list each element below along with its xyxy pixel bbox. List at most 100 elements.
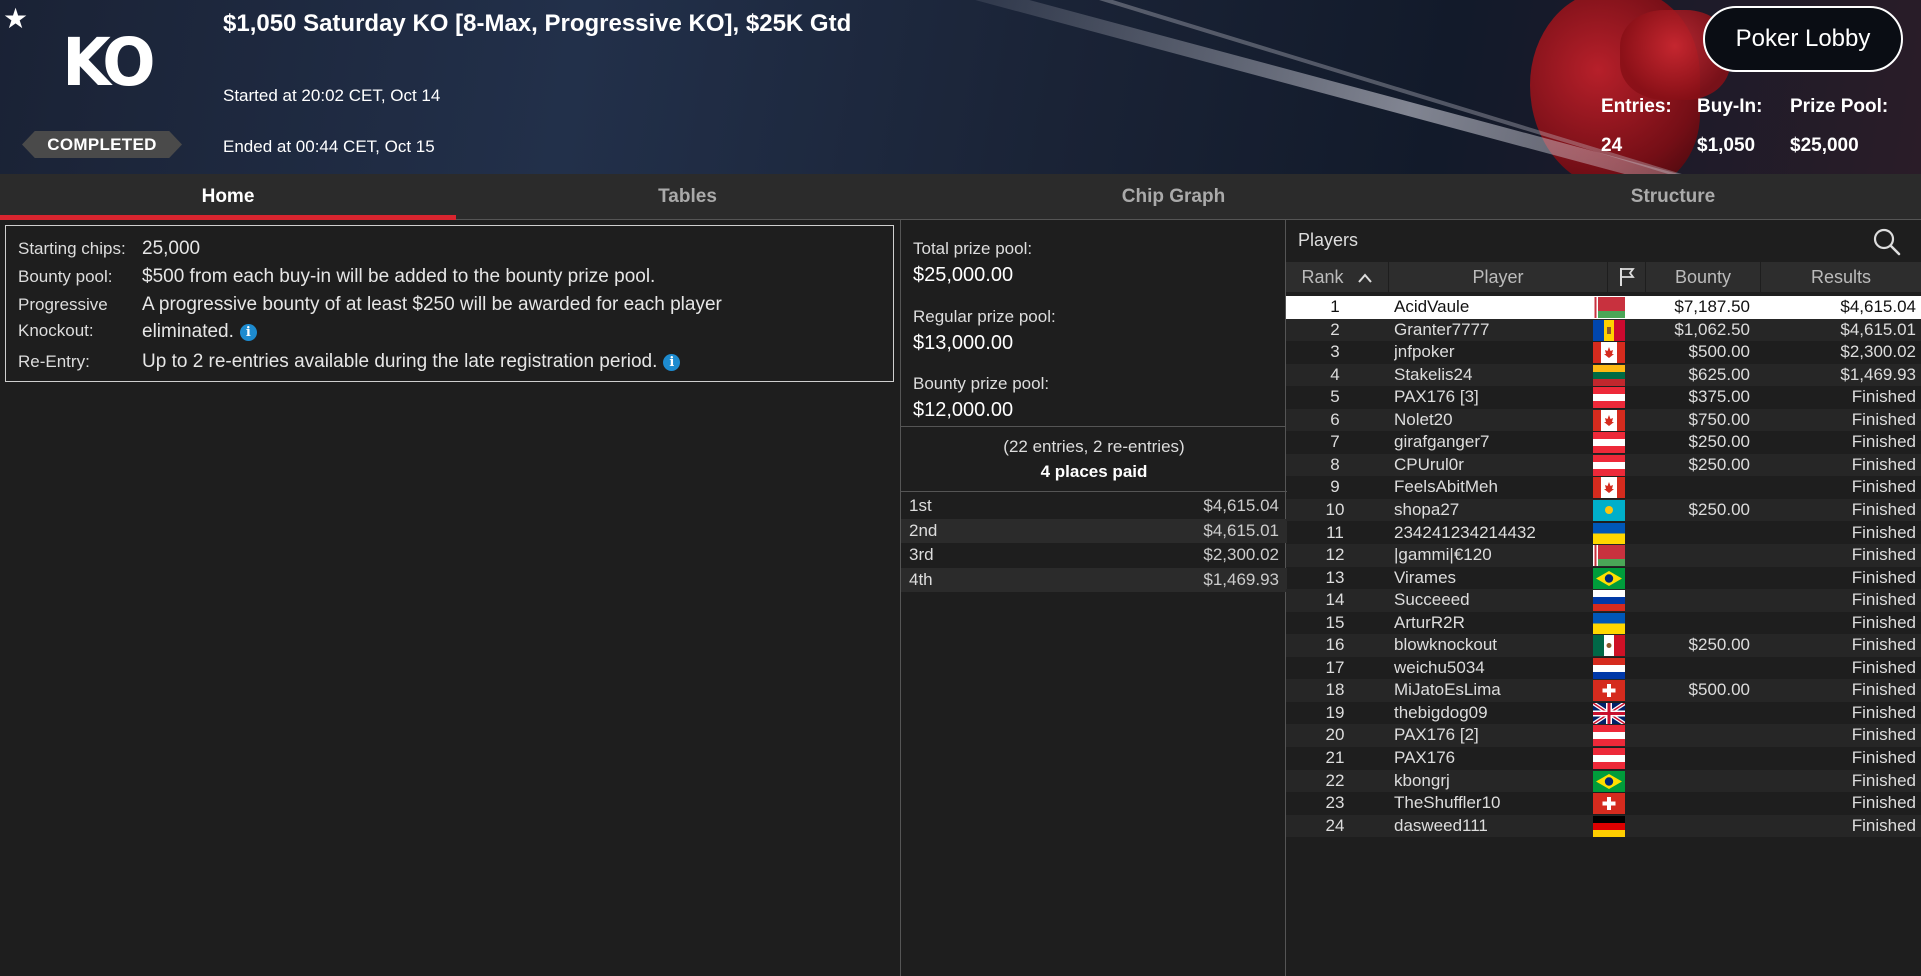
player-row[interactable]: 8 CPUrul0r $250.00 Finished [1286, 453, 1921, 477]
player-name: shopa27 [1394, 499, 1460, 519]
player-rank: 18 [1325, 680, 1345, 700]
tab-tables[interactable]: Tables [456, 174, 919, 220]
player-rank: 1 [1330, 297, 1340, 316]
player-rank: 22 [1325, 770, 1345, 790]
bounty-pool-label: Bounty pool: [18, 267, 113, 286]
player-row[interactable]: 14 Succeeed Finished [1286, 589, 1921, 612]
player-result: $2,300.02 [1840, 342, 1916, 362]
paraguay-flag-icon [1593, 657, 1625, 679]
player-rank: 19 [1325, 702, 1345, 722]
player-row[interactable]: 19 thebigdog09 Finished [1286, 701, 1921, 726]
progressive-label-line2: Knockout: [18, 321, 94, 340]
player-rank: 2 [1330, 319, 1340, 339]
poker-lobby-button[interactable]: Poker Lobby [1703, 6, 1903, 72]
player-rank: 10 [1325, 499, 1345, 519]
progressive-value: A progressive bounty of at least $250 wi… [142, 291, 882, 345]
player-row[interactable]: 10 shopa27 $250.00 Finished [1286, 498, 1921, 522]
player-row[interactable]: 5 PAX176 [3] $375.00 Finished [1286, 386, 1921, 409]
player-row[interactable]: 3 jnfpoker $500.00 $2,300.02 [1286, 341, 1921, 364]
player-rank: 3 [1330, 342, 1340, 362]
player-rank: 16 [1325, 635, 1345, 655]
entries-line: (22 entries, 2 re-entries) [1003, 437, 1185, 456]
sort-ascending-icon [1357, 273, 1372, 283]
player-row[interactable]: 1 AcidVaule $7,187.50 $4,615.04 [1286, 296, 1921, 319]
flag-column-header[interactable] [1608, 262, 1646, 292]
austria-flag-icon [1593, 454, 1625, 476]
player-result: Finished [1851, 432, 1916, 452]
player-result: Finished [1851, 590, 1916, 610]
kazakhstan-flag-icon [1593, 499, 1625, 521]
belarus-flag-icon [1593, 297, 1625, 318]
player-row[interactable]: 2 Granter7777 $1,062.50 $4,615.01 [1286, 318, 1921, 342]
russia-flag-icon [1593, 590, 1625, 612]
player-bounty: $7,187.50 [1674, 297, 1750, 316]
player-row[interactable]: 11 234241234214432 Finished [1286, 522, 1921, 545]
belarus-flag-icon [1593, 545, 1625, 567]
player-bounty: $250.00 [1688, 432, 1750, 452]
bounty-pool-value: $500 from each buy-in will be added to t… [142, 266, 656, 287]
player-name: MiJatoEsLima [1394, 680, 1501, 700]
info-icon[interactable]: i [239, 324, 257, 341]
entries-label: Entries: [1601, 96, 1672, 117]
player-row[interactable]: 17 weichu5034 Finished [1286, 657, 1921, 680]
flag-icon [1619, 268, 1635, 286]
player-name: ArturR2R [1394, 612, 1465, 632]
austria-flag-icon [1593, 387, 1625, 409]
player-row[interactable]: 24 dasweed111 Finished [1286, 814, 1921, 838]
player-row[interactable]: 18 MiJatoEsLima $500.00 Finished [1286, 679, 1921, 702]
player-name: |gammi|€120 [1394, 545, 1492, 565]
player-row[interactable]: 21 PAX176 Finished [1286, 747, 1921, 770]
player-row[interactable]: 6 Nolet20 $750.00 Finished [1286, 408, 1921, 432]
player-row[interactable]: 23 TheShuffler10 Finished [1286, 792, 1921, 815]
ukraine-flag-icon [1593, 612, 1625, 634]
bounty-prize-value: $12,000.00 [913, 399, 1014, 421]
player-row[interactable]: 20 PAX176 [2] Finished [1286, 724, 1921, 747]
results-column-header[interactable]: Results [1761, 262, 1921, 292]
player-row[interactable]: 4 Stakelis24 $625.00 $1,469.93 [1286, 363, 1921, 387]
payout-list: 1st $4,615.04 2nd $4,615.01 3rd $2,300.02 4th $… [901, 492, 1287, 592]
tab-chip-graph[interactable]: Chip Graph [960, 174, 1387, 220]
player-row[interactable]: 13 Virames Finished [1286, 567, 1921, 590]
tab-structure[interactable]: Structure [1470, 174, 1876, 220]
player-rank: 23 [1325, 793, 1345, 813]
rank-column-header[interactable]: Rank [1286, 262, 1389, 292]
player-name: weichu5034 [1394, 657, 1485, 677]
player-row[interactable]: 7 girafganger7 $250.00 Finished [1286, 431, 1921, 454]
player-rank: 6 [1330, 409, 1340, 429]
player-rank: 24 [1325, 815, 1345, 835]
player-bounty: $500.00 [1688, 342, 1750, 362]
info-icon[interactable]: i [663, 354, 681, 371]
star-icon[interactable]: ★ [3, 2, 28, 35]
uk-flag-icon [1591, 701, 1627, 726]
player-result: Finished [1851, 635, 1916, 655]
player-row[interactable]: 9 FeelsAbitMeh Finished [1286, 476, 1921, 499]
reentry-value: Up to 2 re-entries available during the … [142, 348, 882, 375]
player-row[interactable]: 12 |gammi|€120 Finished [1286, 544, 1921, 567]
payout-place: 2nd [909, 520, 938, 540]
progressive-value-line1: A progressive bounty of at least $250 wi… [142, 294, 722, 315]
player-rank: 9 [1330, 477, 1340, 497]
player-name: Succeeed [1394, 590, 1470, 610]
player-result: Finished [1851, 567, 1916, 587]
tournament-info-box: Starting chips: 25,000 Bounty pool: $500… [5, 225, 894, 382]
prize-panel: Total prize pool: $25,000.00 Regular pri… [900, 220, 1287, 976]
switzerland-flag-icon [1593, 793, 1625, 815]
player-row[interactable]: 15 ArturR2R Finished [1286, 612, 1921, 635]
player-name: kbongrj [1394, 770, 1450, 790]
player-result: $4,615.04 [1840, 297, 1916, 316]
player-name: TheShuffler10 [1394, 793, 1501, 813]
player-row[interactable]: 16 blowknockout $250.00 Finished [1286, 634, 1921, 657]
player-row[interactable]: 22 kbongrj Finished [1286, 769, 1921, 793]
player-column-header[interactable]: Player [1389, 262, 1608, 292]
payout-place: 4th [909, 569, 933, 589]
search-icon[interactable] [1871, 226, 1903, 258]
player-bounty: $500.00 [1688, 680, 1750, 700]
tab-home[interactable]: Home [0, 174, 456, 220]
player-rank: 21 [1325, 748, 1345, 767]
moldova-flag-icon [1593, 319, 1625, 341]
player-name: Granter7777 [1394, 319, 1490, 339]
bounty-column-header[interactable]: Bounty [1646, 262, 1761, 292]
rank-header-label: Rank [1301, 267, 1344, 287]
reentry-label: Re-Entry: [18, 352, 90, 371]
player-name: 234241234214432 [1394, 522, 1536, 542]
